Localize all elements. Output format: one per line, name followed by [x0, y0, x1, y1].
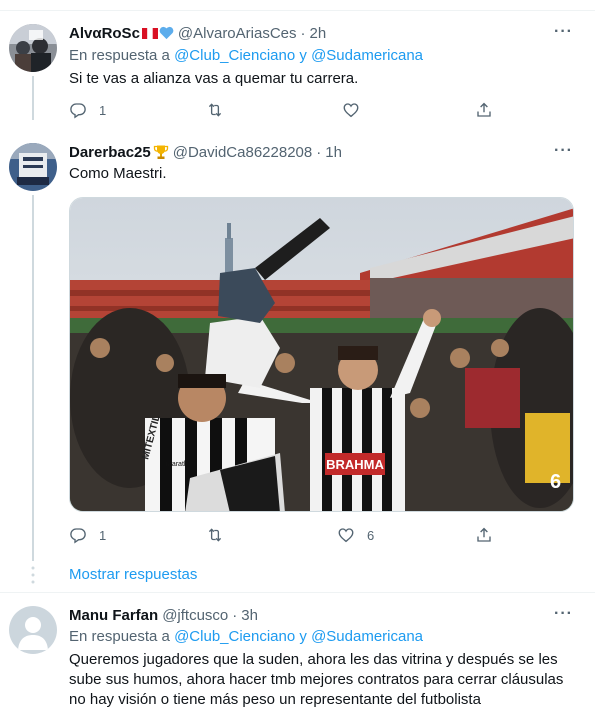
- display-name[interactable]: Darerbac25: [69, 144, 151, 161]
- separator-dot: ·: [300, 24, 306, 42]
- reply-count: 1: [99, 527, 107, 543]
- tweet-text: Queremos jugadores que la suden, ahora l…: [69, 651, 564, 708]
- timestamp[interactable]: 3h: [241, 607, 258, 624]
- avatar[interactable]: [9, 143, 57, 191]
- retweet-icon: [208, 103, 222, 117]
- tweet-text: Si te vas a alianza vas a quemar tu carr…: [69, 70, 359, 87]
- reply-icon: [70, 103, 86, 119]
- timestamp[interactable]: 2h: [310, 25, 327, 42]
- tweet-1[interactable]: AlvαRoSc @AlvaroAriasCes · 2h ··· En res…: [0, 11, 595, 121]
- user-handle[interactable]: @AlvaroAriasCes: [178, 25, 297, 42]
- avatar-default[interactable]: [9, 606, 57, 654]
- tweet-2[interactable]: Darerbac25 @DavidCa86228208 · 1h ··· Com…: [0, 131, 595, 591]
- like-button[interactable]: 6: [337, 526, 374, 544]
- like-icon: [338, 528, 354, 543]
- like-icon: [343, 103, 359, 118]
- tweet-actions: 1 6: [69, 526, 499, 546]
- more-icon[interactable]: ···: [554, 23, 573, 41]
- more-icon[interactable]: ···: [554, 605, 573, 623]
- show-replies-link[interactable]: Mostrar respuestas: [69, 566, 197, 583]
- reply-context: En respuesta a @Club_Cienciano y @Sudame…: [69, 628, 423, 645]
- more-icon[interactable]: ···: [554, 142, 573, 160]
- reply-mention-2[interactable]: @Sudamericana: [311, 47, 423, 64]
- reply-icon: [70, 528, 86, 544]
- celebration-photo: BRAHMA MITEXTIL marathon 6: [70, 198, 573, 511]
- avatar-image: [9, 143, 57, 191]
- like-button[interactable]: [342, 101, 372, 119]
- tweet-photo[interactable]: BRAHMA MITEXTIL marathon 6: [69, 197, 574, 512]
- player-number: 6: [550, 471, 561, 493]
- tweet-3[interactable]: Manu Farfan @jftcusco · 3h ··· En respue…: [0, 593, 595, 710]
- tweet-header: Darerbac25 @DavidCa86228208 · 1h: [69, 142, 342, 162]
- top-divider: [0, 0, 595, 11]
- separator-dot: ·: [316, 143, 322, 161]
- share-button[interactable]: [475, 101, 493, 119]
- sponsor-chest-text: marathon: [166, 461, 196, 468]
- share-icon: [477, 102, 491, 117]
- reply-mention-1[interactable]: @Club_Cienciano: [174, 628, 295, 645]
- trophy-icon: [153, 145, 168, 159]
- user-handle[interactable]: @jftcusco: [162, 607, 228, 624]
- display-name[interactable]: AlvαRoSc: [69, 25, 140, 42]
- reply-and: y: [295, 628, 312, 645]
- reply-button[interactable]: 1: [69, 101, 106, 119]
- reply-prefix: En respuesta a: [69, 47, 175, 64]
- like-count: 6: [367, 527, 375, 543]
- reply-context: En respuesta a @Club_Cienciano y @Sudame…: [69, 47, 423, 64]
- thread-line: [32, 195, 34, 561]
- tweet-text: Como Maestri.: [69, 165, 167, 182]
- timestamp[interactable]: 1h: [325, 144, 342, 161]
- reply-and: y: [295, 47, 312, 64]
- tweet-header: AlvαRoSc @AlvaroAriasCes · 2h: [69, 23, 326, 43]
- display-name[interactable]: Manu Farfan: [69, 607, 158, 624]
- reply-mention-2[interactable]: @Sudamericana: [311, 628, 423, 645]
- tweet-header: Manu Farfan @jftcusco · 3h: [69, 605, 258, 625]
- blue-heart-icon: [159, 26, 174, 40]
- retweet-button[interactable]: [206, 101, 236, 119]
- retweet-icon: [208, 528, 222, 542]
- retweet-button[interactable]: [206, 526, 236, 544]
- avatar[interactable]: [9, 24, 57, 72]
- user-handle[interactable]: @DavidCa86228208: [173, 144, 313, 161]
- share-icon: [477, 527, 491, 542]
- reply-mention-1[interactable]: @Club_Cienciano: [174, 47, 295, 64]
- reply-button[interactable]: 1: [69, 526, 106, 544]
- default-avatar-icon: [9, 606, 57, 654]
- jersey-text: BRAHMA: [326, 457, 384, 472]
- tweet-actions: 1: [69, 101, 499, 121]
- reply-prefix: En respuesta a: [69, 628, 175, 645]
- separator-dot: ·: [232, 606, 238, 624]
- peru-flag-icon: [141, 27, 158, 39]
- avatar-image: [9, 24, 57, 72]
- thread-line: [32, 76, 34, 120]
- share-button[interactable]: [475, 526, 493, 544]
- thread-dots-icon: [31, 566, 35, 584]
- reply-count: 1: [99, 102, 107, 118]
